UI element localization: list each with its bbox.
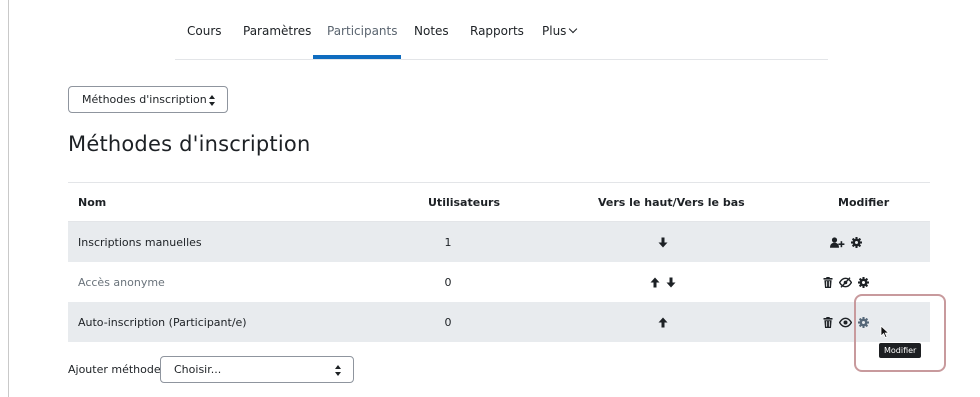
nav-item-cours[interactable]: Cours — [187, 22, 222, 60]
tooltip: Modifier — [879, 343, 922, 358]
table-row: Auto-inscription (Participant/e) 0 — [68, 302, 930, 342]
nav-item-notes[interactable]: Notes — [414, 22, 449, 60]
row-updown — [563, 222, 763, 262]
trash-icon[interactable] — [823, 276, 833, 288]
page-title: Méthodes d'inscription — [68, 132, 311, 156]
eye-icon[interactable] — [838, 317, 852, 328]
row-name: Inscriptions manuelles — [78, 235, 202, 249]
row-users-count: 1 — [444, 235, 452, 249]
table-row: Accès anonyme 0 — [68, 262, 930, 302]
secondary-navigation: Cours Paramètres Participants Notes Rapp… — [175, 0, 828, 60]
row-name: Auto-inscription (Participant/e) — [78, 315, 247, 329]
enrol-methods-table: Nom Utilisateurs Vers le haut/Vers le ba… — [68, 182, 930, 342]
column-header-name: Nom — [78, 195, 107, 209]
add-method-label: Ajouter méthode — [68, 363, 161, 376]
add-method-select-value: Choisir... — [174, 363, 222, 376]
nav-item-parametres[interactable]: Paramètres — [243, 22, 311, 60]
nav-item-label: Participants — [327, 24, 398, 38]
nav-item-label: Cours — [187, 24, 222, 38]
chevron-down-icon — [569, 24, 578, 34]
row-name-link[interactable]: Accès anonyme — [78, 262, 165, 302]
row-edit-actions — [808, 222, 883, 262]
cog-icon[interactable] — [857, 276, 869, 288]
row-users-count: 0 — [444, 275, 452, 289]
add-method-select[interactable]: Choisir... — [160, 356, 354, 383]
cog-icon[interactable] — [850, 236, 862, 248]
nav-item-label: Paramètres — [243, 24, 312, 38]
nav-item-label: Plus — [542, 24, 567, 38]
enrol-methods-select[interactable]: Méthodes d'inscription — [68, 86, 228, 113]
arrow-down-icon[interactable] — [666, 277, 676, 288]
nav-item-label: Notes — [414, 24, 449, 38]
arrow-down-icon[interactable] — [658, 237, 668, 248]
row-updown — [563, 262, 763, 302]
table-row: Inscriptions manuelles 1 — [68, 222, 930, 262]
eye-slash-icon[interactable] — [838, 276, 852, 288]
highlight-box — [854, 294, 946, 372]
column-header-users: Utilisateurs — [428, 195, 500, 209]
arrow-up-icon[interactable] — [658, 317, 668, 328]
enrol-methods-select-value: Méthodes d'inscription — [82, 93, 207, 106]
table-header: Nom Utilisateurs Vers le haut/Vers le ba… — [68, 182, 930, 222]
trash-icon[interactable] — [823, 316, 833, 328]
row-users-count: 0 — [444, 315, 452, 329]
nav-item-rapports[interactable]: Rapports — [470, 22, 524, 60]
enrol-users-icon[interactable] — [829, 236, 845, 248]
arrow-up-icon[interactable] — [650, 277, 660, 288]
mouse-pointer-icon — [880, 325, 890, 339]
select-arrows-icon — [335, 365, 342, 376]
frame-border — [8, 0, 9, 397]
active-tab-indicator — [313, 55, 401, 59]
nav-item-label: Rapports — [470, 24, 524, 38]
column-header-edit: Modifier — [838, 195, 890, 209]
nav-item-plus[interactable]: Plus — [542, 22, 578, 60]
select-arrows-icon — [209, 95, 216, 106]
row-updown — [563, 302, 763, 342]
column-header-updown: Vers le haut/Vers le bas — [598, 195, 745, 209]
